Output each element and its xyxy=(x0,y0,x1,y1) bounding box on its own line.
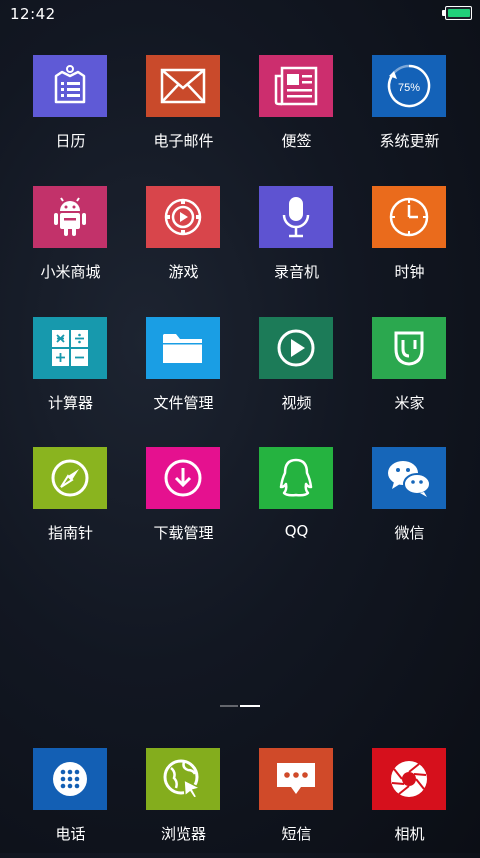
app-label: 录音机 xyxy=(273,263,319,281)
app-label: 游戏 xyxy=(168,263,199,281)
clock-icon xyxy=(372,186,446,248)
app-label: 电话 xyxy=(55,825,86,843)
game-icon xyxy=(146,186,220,248)
mail-icon xyxy=(146,55,220,117)
camera-shutter-icon xyxy=(372,748,446,810)
app-games[interactable]: 游戏 xyxy=(127,186,240,296)
app-label: 日历 xyxy=(55,132,86,150)
app-clock[interactable]: 时钟 xyxy=(353,186,466,296)
qq-penguin-icon xyxy=(259,447,333,509)
update-percent: 75% xyxy=(398,82,420,94)
notes-icon xyxy=(259,55,333,117)
app-label: 电子邮件 xyxy=(153,132,214,150)
calculator-icon xyxy=(33,317,107,379)
app-label: 微信 xyxy=(394,524,425,542)
app-compass[interactable]: 指南针 xyxy=(14,447,127,557)
app-email[interactable]: 电子邮件 xyxy=(127,55,240,165)
message-icon xyxy=(259,748,333,810)
mijia-icon xyxy=(372,317,446,379)
app-label: 米家 xyxy=(394,394,425,412)
app-calculator[interactable]: 计算器 xyxy=(14,317,127,427)
browser-icon xyxy=(146,748,220,810)
app-label: QQ xyxy=(284,522,309,540)
phone-dialpad-icon xyxy=(33,748,107,810)
app-wechat[interactable]: 微信 xyxy=(353,447,466,557)
app-downloads[interactable]: 下载管理 xyxy=(127,447,240,557)
app-label: 时钟 xyxy=(394,263,425,281)
app-video[interactable]: 视频 xyxy=(240,317,353,427)
app-system-update[interactable]: 75% 系统更新 xyxy=(353,55,466,165)
app-label: 小米商城 xyxy=(40,263,101,281)
app-label: 系统更新 xyxy=(379,132,440,150)
app-file-manager[interactable]: 文件管理 xyxy=(127,317,240,427)
wechat-icon xyxy=(372,447,446,509)
app-mijia[interactable]: 米家 xyxy=(353,317,466,427)
play-icon xyxy=(259,317,333,379)
page-dot-current[interactable] xyxy=(240,705,260,707)
app-calendar[interactable]: 日历 xyxy=(14,55,127,165)
app-label: 指南针 xyxy=(47,524,93,542)
microphone-icon xyxy=(259,186,333,248)
status-bar: 12:42 xyxy=(0,0,480,28)
app-mi-store[interactable]: 小米商城 xyxy=(14,186,127,296)
page-indicator xyxy=(220,705,260,707)
app-label: 文件管理 xyxy=(153,394,214,412)
folder-icon xyxy=(146,317,220,379)
app-notes[interactable]: 便签 xyxy=(240,55,353,165)
update-icon: 75% xyxy=(372,55,446,117)
app-label: 浏览器 xyxy=(160,825,206,843)
app-label: 视频 xyxy=(281,394,312,412)
app-messages[interactable]: 短信 xyxy=(240,748,353,858)
calendar-icon xyxy=(33,55,107,117)
app-phone[interactable]: 电话 xyxy=(14,748,127,858)
page-dot[interactable] xyxy=(220,705,238,707)
app-camera[interactable]: 相机 xyxy=(353,748,466,858)
app-qq[interactable]: QQ xyxy=(240,447,353,557)
app-browser[interactable]: 浏览器 xyxy=(127,748,240,858)
status-time: 12:42 xyxy=(10,5,56,23)
battery-icon xyxy=(442,6,472,20)
app-label: 便签 xyxy=(281,132,312,150)
compass-icon xyxy=(33,447,107,509)
app-label: 相机 xyxy=(394,825,425,843)
app-label: 短信 xyxy=(281,825,312,843)
download-icon xyxy=(146,447,220,509)
app-recorder[interactable]: 录音机 xyxy=(240,186,353,296)
app-label: 计算器 xyxy=(47,394,93,412)
android-store-icon xyxy=(33,186,107,248)
app-label: 下载管理 xyxy=(153,524,214,542)
